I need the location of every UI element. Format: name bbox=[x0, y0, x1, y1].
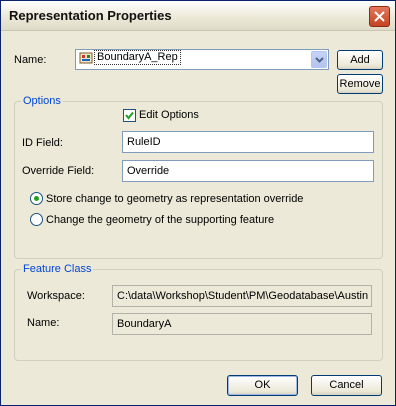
representation-icon bbox=[79, 52, 93, 64]
representation-properties-dialog: Representation Properties Name: Boundary… bbox=[0, 0, 396, 406]
close-icon bbox=[374, 11, 385, 22]
radio-store-override-label: Store change to geometry as representati… bbox=[46, 193, 304, 205]
radio-change-geometry-label: Change the geometry of the supporting fe… bbox=[46, 214, 275, 226]
fc-name-label: Name: bbox=[27, 317, 60, 329]
id-field-input[interactable]: RuleID bbox=[122, 131, 374, 153]
close-button[interactable] bbox=[369, 6, 390, 27]
radio-change-geometry[interactable] bbox=[30, 213, 43, 226]
edit-options-label: Edit Options bbox=[139, 109, 199, 121]
dialog-title: Representation Properties bbox=[9, 8, 172, 23]
radio-selected-dot bbox=[34, 196, 39, 201]
cancel-button[interactable]: Cancel bbox=[311, 375, 382, 396]
add-button[interactable]: Add bbox=[337, 50, 383, 70]
name-combobox[interactable]: BoundaryA_Rep bbox=[75, 49, 329, 70]
options-legend: Options bbox=[21, 95, 63, 107]
workspace-label: Workspace: bbox=[27, 290, 85, 302]
checkmark-icon bbox=[125, 111, 134, 120]
override-field-label: Override Field: bbox=[22, 165, 95, 177]
override-field-input[interactable]: Override bbox=[122, 160, 374, 182]
workspace-field: C:\data\Workshop\Student\PM\Geodatabase\… bbox=[112, 285, 372, 307]
feature-class-legend: Feature Class bbox=[21, 263, 94, 275]
name-label: Name: bbox=[14, 54, 47, 66]
radio-store-override[interactable] bbox=[30, 192, 43, 205]
remove-button[interactable]: Remove bbox=[337, 74, 383, 94]
chevron-down-icon bbox=[315, 57, 324, 63]
edit-options-checkbox[interactable] bbox=[123, 109, 136, 122]
fc-name-field: BoundaryA bbox=[112, 313, 372, 335]
id-field-label: ID Field: bbox=[22, 137, 63, 149]
name-selected-value: BoundaryA_Rep bbox=[94, 50, 181, 65]
name-dropdown-button[interactable] bbox=[311, 51, 327, 68]
title-bar: Representation Properties bbox=[1, 1, 395, 31]
ok-button[interactable]: OK bbox=[227, 375, 298, 396]
